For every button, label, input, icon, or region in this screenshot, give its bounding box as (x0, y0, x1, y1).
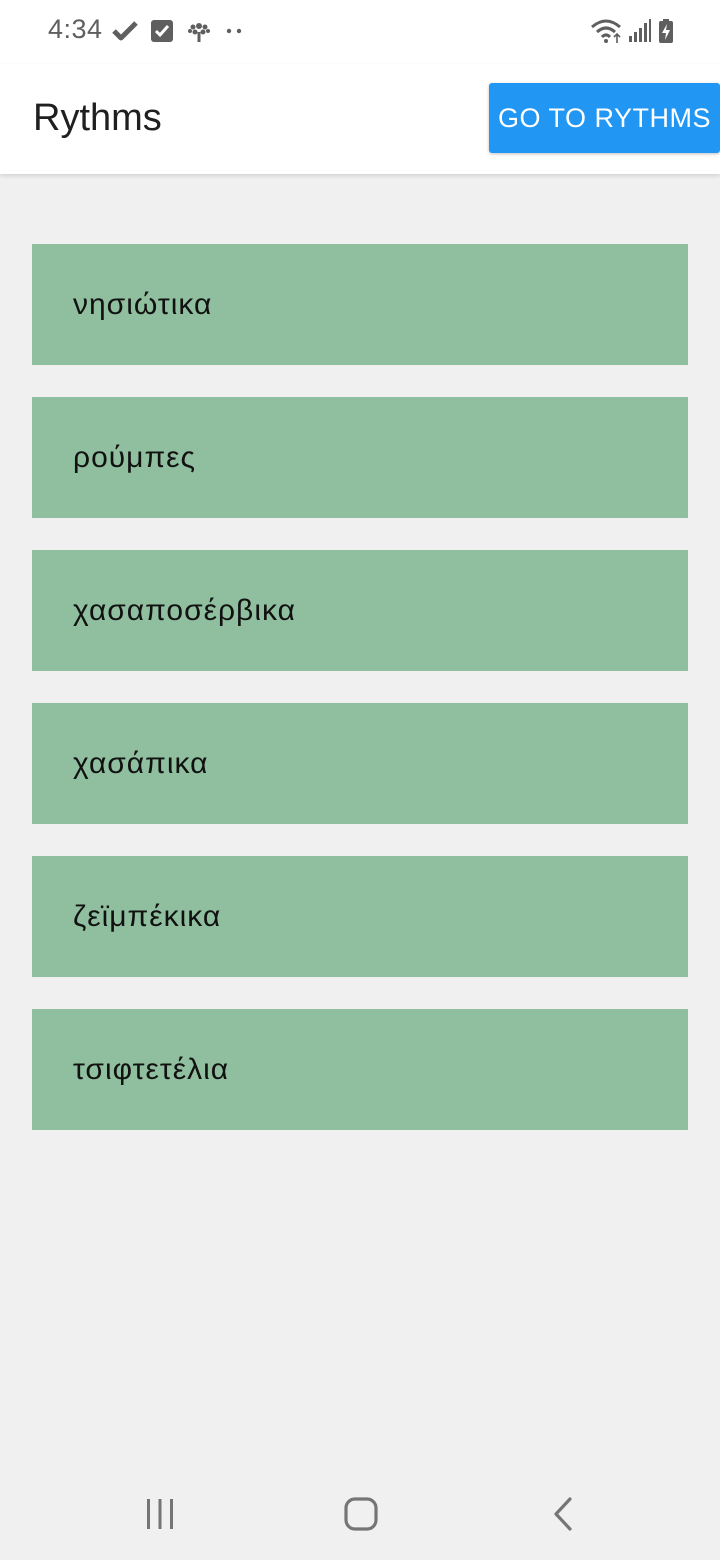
rhythm-list: νησιώτικα ρούμπες χασαποσέρβικα χασάπικα… (32, 244, 688, 1162)
rhythm-label: χασαποσέρβικα (73, 594, 296, 627)
checkbox-icon (151, 20, 173, 42)
status-bar: 4:34 (0, 0, 720, 64)
rhythm-label: ζεϊμπέκικα (73, 900, 222, 933)
wifi-icon (591, 19, 621, 43)
app-bar: Rythms GO TO RYTHMS (0, 64, 720, 174)
check-icon (112, 21, 138, 41)
page-title: Rythms (33, 97, 162, 139)
tree-icon (188, 23, 210, 42)
rhythm-item-roumpes[interactable]: ρούμπες (32, 397, 688, 518)
rhythm-item-hasaposervika[interactable]: χασαποσέρβικα (32, 550, 688, 671)
home-icon (344, 1497, 378, 1531)
battery-charging-icon (659, 19, 673, 43)
back-icon (554, 1497, 572, 1531)
rhythm-item-hasapika[interactable]: χασάπικα (32, 703, 688, 824)
rhythm-label: τσιφτετέλια (73, 1053, 230, 1086)
rhythm-label: ρούμπες (73, 441, 196, 474)
rhythm-item-tsiftetelia[interactable]: τσιφτετέλια (32, 1009, 688, 1130)
notification-icons (112, 18, 244, 44)
recent-apps-icon (147, 1499, 173, 1529)
status-time: 4:34 (48, 14, 103, 44)
rhythm-label: νησιώτικα (73, 288, 213, 321)
rhythm-item-nisiotika[interactable]: νησιώτικα (32, 244, 688, 365)
back-button[interactable] (535, 1490, 591, 1538)
home-button[interactable] (333, 1490, 389, 1538)
more-dots-icon (226, 28, 242, 34)
signal-icon (629, 19, 651, 42)
go-to-rythms-button[interactable]: GO TO RYTHMS (489, 83, 720, 153)
navigation-bar (0, 1468, 720, 1560)
rhythm-item-zeimpekika[interactable]: ζεϊμπέκικα (32, 856, 688, 977)
recent-apps-button[interactable] (132, 1490, 188, 1538)
rhythm-label: χασάπικα (73, 747, 209, 780)
system-icons (590, 17, 674, 45)
